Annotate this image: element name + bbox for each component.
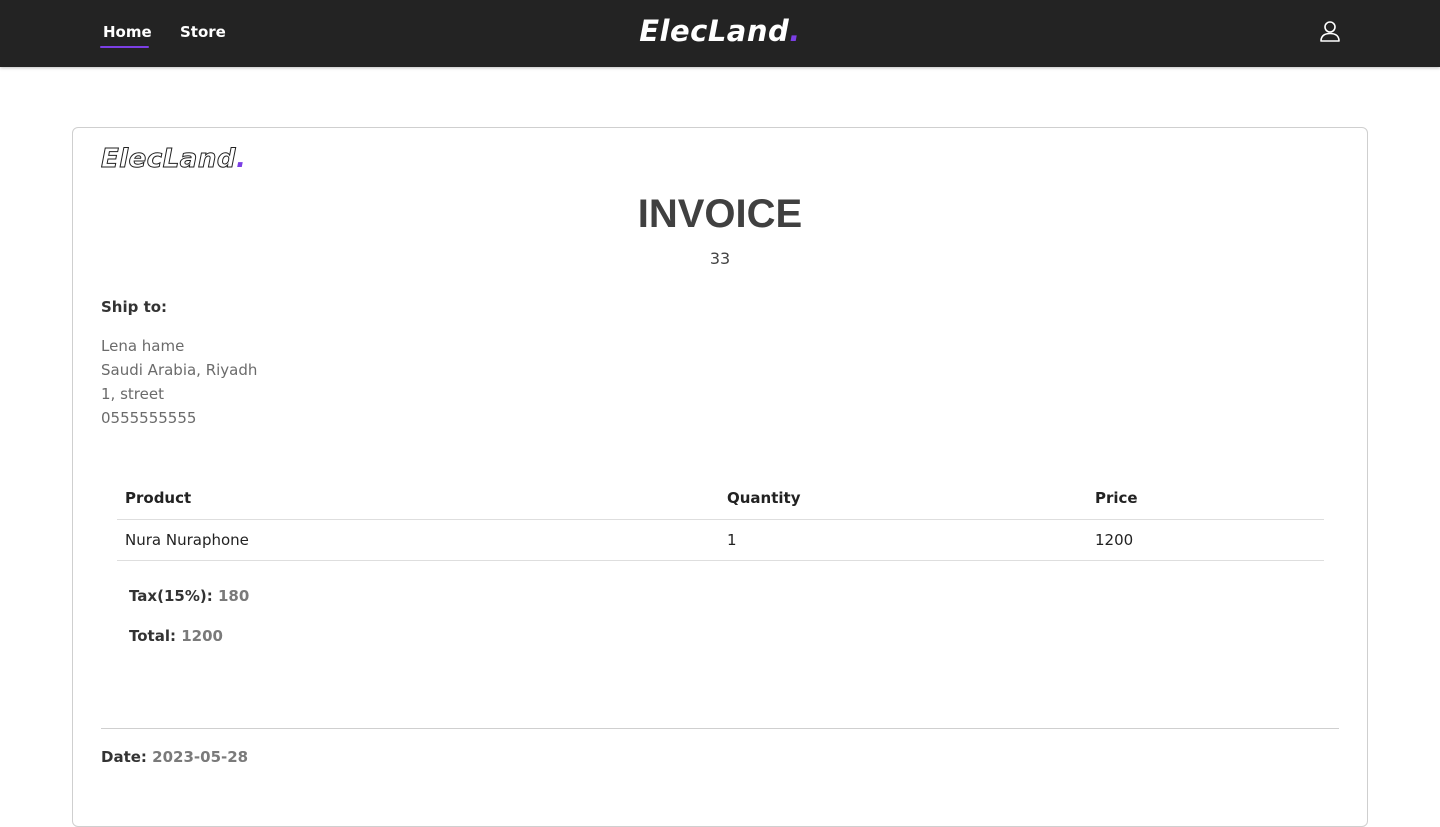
user-icon [1320, 21, 1340, 42]
invoice-title: INVOICE [637, 192, 803, 236]
nav-store-link[interactable]: Store [180, 22, 226, 42]
total-value: 1200 [181, 627, 223, 645]
invoice-card: ElecLand. INVOICE 33 Ship to: Lena hame … [72, 127, 1368, 827]
ship-to-name: Lena hame [101, 337, 185, 355]
table-header-row: Product Quantity Price [117, 478, 1324, 520]
invoice-logo: ElecLand. [101, 142, 246, 176]
top-navigation-bar: Home Store ElecLand. [0, 0, 1440, 67]
brand-name: ElecLand [639, 14, 790, 48]
invoice-date: Date: 2023-05-28 [101, 746, 248, 768]
date-label: Date: [101, 748, 147, 766]
ship-to-region: Saudi Arabia, Riyadh [101, 361, 258, 379]
column-header-product: Product [117, 478, 719, 520]
invoice-logo-dot: . [235, 144, 247, 174]
active-nav-indicator [100, 46, 149, 48]
brand-dot: . [789, 14, 801, 48]
column-header-quantity: Quantity [719, 478, 1087, 520]
invoice-number: 33 [709, 249, 731, 268]
invoice-logo-text: ElecLand [101, 144, 236, 175]
column-header-price: Price [1087, 478, 1324, 520]
footer-divider [101, 728, 1339, 729]
ship-to-address: Lena hame Saudi Arabia, Riyadh 1, street… [101, 334, 257, 430]
total-label: Total: [129, 627, 176, 645]
table-row: Nura Nuraphone 1 1200 [117, 519, 1324, 561]
product-name-cell: Nura Nuraphone [117, 519, 719, 561]
total-summary: Total: 1200 [129, 625, 223, 647]
date-value: 2023-05-28 [152, 748, 249, 766]
user-account-button[interactable] [1317, 19, 1343, 45]
ship-to-label: Ship to: [101, 298, 168, 316]
tax-summary: Tax(15%): 180 [129, 585, 249, 607]
quantity-cell: 1 [719, 519, 1087, 561]
nav-home-link[interactable]: Home [103, 22, 152, 42]
products-table: Product Quantity Price Nura Nuraphone 1 … [117, 478, 1324, 561]
price-cell: 1200 [1087, 519, 1324, 561]
ship-to-street: 1, street [101, 385, 164, 403]
tax-value: 180 [217, 587, 250, 605]
tax-label: Tax(15%): [129, 587, 213, 605]
ship-to-phone: 0555555555 [101, 409, 197, 427]
